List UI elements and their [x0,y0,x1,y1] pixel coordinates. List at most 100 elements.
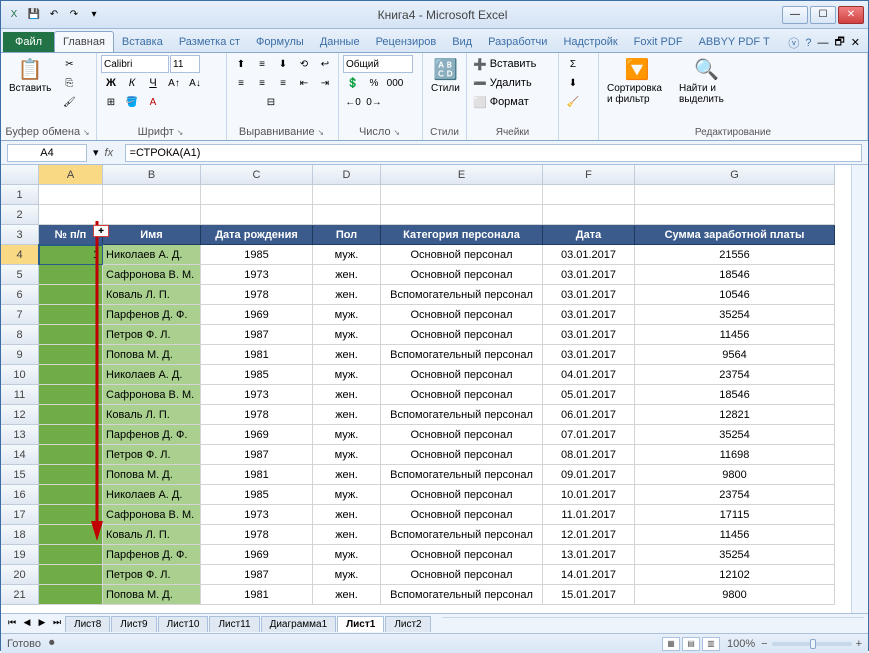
cell-E9[interactable]: Вспомогательный персонал [381,345,543,365]
fill-color-icon[interactable]: 🪣 [122,93,142,111]
cell-F2[interactable] [543,205,635,225]
cell-C15[interactable]: 1981 [201,465,313,485]
font-name-select[interactable]: Calibri [101,55,169,73]
cell-F18[interactable]: 12.01.2017 [543,525,635,545]
border-icon[interactable]: ⊞ [101,93,121,111]
cell-G14[interactable]: 11698 [635,445,835,465]
align-right-icon[interactable]: ≡ [273,74,293,92]
ribbon-minimize-icon[interactable]: ⓥ [788,35,799,51]
column-header-E[interactable]: E [381,165,543,185]
sheet-tab-list1[interactable]: Лист1 [337,616,384,632]
cell-A4[interactable]: 1 [39,245,103,265]
column-header-B[interactable]: B [103,165,201,185]
italic-button[interactable]: К [122,74,142,92]
align-top-icon[interactable]: ⬆ [231,55,251,73]
styles-button[interactable]: 🔠 Стили [427,55,464,96]
cell-A10[interactable] [39,365,103,385]
cell-C19[interactable]: 1969 [201,545,313,565]
cell-D20[interactable]: муж. [313,565,381,585]
cell-B9[interactable]: Попова М. Д. [103,345,201,365]
row-header-15[interactable]: 15 [1,465,39,485]
cell-A1[interactable] [39,185,103,205]
cell-A6[interactable] [39,285,103,305]
formula-input[interactable]: =СТРОКА(A1) [125,144,862,162]
cell-B20[interactable]: Петров Ф. Л. [103,565,201,585]
cell-D18[interactable]: жен. [313,525,381,545]
increase-decimal-icon[interactable]: ←0 [343,93,363,111]
row-header-8[interactable]: 8 [1,325,39,345]
cell-B16[interactable]: Николаев А. Д. [103,485,201,505]
page-layout-view-icon[interactable]: ▤ [682,637,700,651]
sheet-tab-list2[interactable]: Лист2 [385,616,430,632]
row-header-4[interactable]: 4 [1,245,39,265]
cell-G20[interactable]: 12102 [635,565,835,585]
cell-E10[interactable]: Основной персонал [381,365,543,385]
undo-icon[interactable]: ↶ [45,6,63,24]
row-header-2[interactable]: 2 [1,205,39,225]
tab-developer[interactable]: Разработчи [480,32,555,52]
header-cell-c[interactable]: Дата рождения [201,225,313,245]
sheet-tab-list9[interactable]: Лист9 [111,616,156,632]
select-all-corner[interactable] [1,165,39,185]
cell-A11[interactable] [39,385,103,405]
comma-icon[interactable]: 000 [385,74,405,92]
cell-B1[interactable] [103,185,201,205]
cell-F19[interactable]: 13.01.2017 [543,545,635,565]
cell-E7[interactable]: Основной персонал [381,305,543,325]
cell-B10[interactable]: Николаев А. Д. [103,365,201,385]
cell-B12[interactable]: Коваль Л. П. [103,405,201,425]
header-cell-d[interactable]: Пол [313,225,381,245]
help-icon[interactable]: ? [805,37,811,49]
cell-D1[interactable] [313,185,381,205]
column-header-D[interactable]: D [313,165,381,185]
fill-icon[interactable]: ⬇ [563,74,583,92]
header-cell-f[interactable]: Дата [543,225,635,245]
cell-F16[interactable]: 10.01.2017 [543,485,635,505]
tab-addins[interactable]: Надстройк [555,32,625,52]
sheet-tab-list8[interactable]: Лист8 [65,616,110,632]
cell-A20[interactable] [39,565,103,585]
cell-C4[interactable]: 1985 [201,245,313,265]
column-header-A[interactable]: A [39,165,103,185]
cell-G15[interactable]: 9800 [635,465,835,485]
row-header-13[interactable]: 13 [1,425,39,445]
cell-B8[interactable]: Петров Ф. Л. [103,325,201,345]
cell-E12[interactable]: Вспомогательный персонал [381,405,543,425]
font-size-select[interactable]: 11 [170,55,200,73]
cell-G18[interactable]: 11456 [635,525,835,545]
row-header-19[interactable]: 19 [1,545,39,565]
cell-D21[interactable]: жен. [313,585,381,605]
cell-F15[interactable]: 09.01.2017 [543,465,635,485]
cell-G13[interactable]: 35254 [635,425,835,445]
cell-F1[interactable] [543,185,635,205]
align-center-icon[interactable]: ≡ [252,74,272,92]
cell-D15[interactable]: жен. [313,465,381,485]
cell-E8[interactable]: Основной персонал [381,325,543,345]
name-box[interactable]: A4 [7,144,87,162]
cell-A15[interactable] [39,465,103,485]
cell-E13[interactable]: Основной персонал [381,425,543,445]
cell-E20[interactable]: Основной персонал [381,565,543,585]
orientation-icon[interactable]: ⟲ [294,55,314,73]
cell-A5[interactable] [39,265,103,285]
cell-A13[interactable] [39,425,103,445]
cell-A12[interactable] [39,405,103,425]
number-format-select[interactable]: Общий [343,55,413,73]
cell-G16[interactable]: 23754 [635,485,835,505]
cell-B19[interactable]: Парфенов Д. Ф. [103,545,201,565]
find-select-button[interactable]: 🔍 Найти и выделить [675,55,738,107]
header-cell-b[interactable]: Имя [103,225,201,245]
cell-B2[interactable] [103,205,201,225]
cell-G17[interactable]: 17115 [635,505,835,525]
cell-B14[interactable]: Петров Ф. Л. [103,445,201,465]
cell-D5[interactable]: жен. [313,265,381,285]
tab-page-layout[interactable]: Разметка ст [171,32,248,52]
cell-E5[interactable]: Основной персонал [381,265,543,285]
cell-D4[interactable]: муж. [313,245,381,265]
doc-close-icon[interactable]: ✕ [851,36,860,49]
column-header-G[interactable]: G [635,165,835,185]
cell-C12[interactable]: 1978 [201,405,313,425]
cell-E2[interactable] [381,205,543,225]
doc-minimize-icon[interactable]: — [817,37,828,49]
row-header-14[interactable]: 14 [1,445,39,465]
